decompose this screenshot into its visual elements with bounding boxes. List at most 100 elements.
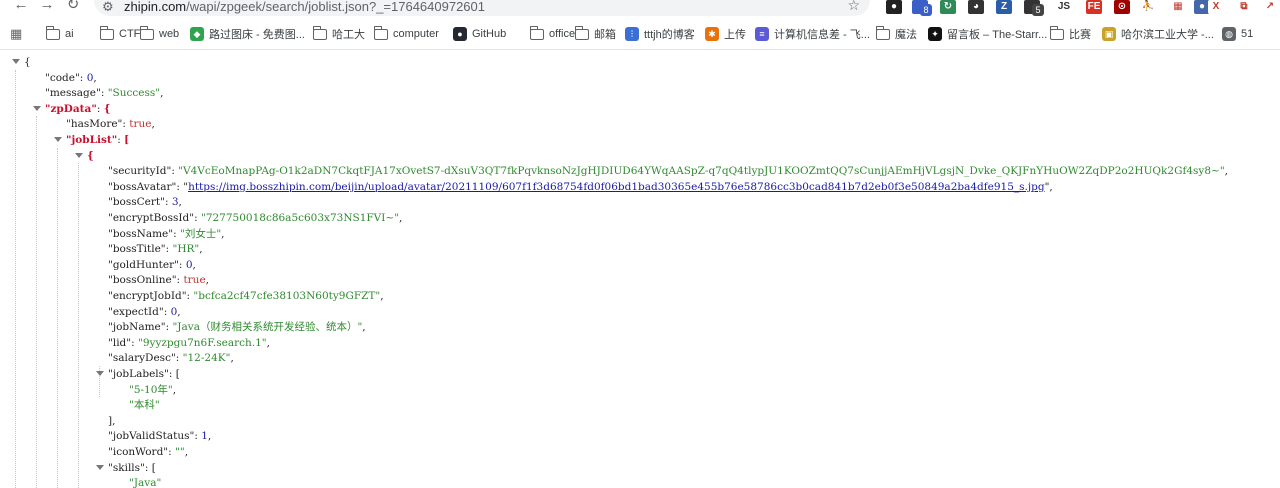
bookmark-item[interactable]: ● GitHub	[453, 18, 506, 50]
json-key: "zpData"	[45, 102, 97, 115]
json-line: "iconWord": "",	[108, 444, 188, 460]
json-line: "encryptJobId": "bcfca2cf47cfe38103N60ty…	[108, 288, 384, 304]
expand-arrow-icon[interactable]	[32, 104, 41, 113]
json-collapsible-line: {	[75, 148, 94, 164]
json-line: ],	[108, 413, 115, 429]
expand-arrow-icon[interactable]	[74, 151, 83, 160]
json-key: "skills"	[108, 461, 145, 474]
expand-arrow-icon[interactable]	[53, 135, 62, 144]
address-bar[interactable]: ⚙ zhipin.com/wapi/zpgeek/search/joblist.…	[94, 0, 870, 16]
bookmark-label: 比赛	[1069, 29, 1091, 41]
json-punctuation: :	[175, 352, 183, 365]
json-url-link[interactable]: https://img.bosszhipin.com/beijin/upload…	[188, 181, 1045, 193]
json-value: "12-24K"	[182, 352, 231, 365]
bookmarks-bar: ▦ ai CTF web ◆ 路过图床 - 免费图... 哈工大 computer ● GitH…	[0, 18, 1280, 50]
bookmark-item[interactable]: 比赛	[1049, 18, 1091, 50]
bookmark-item[interactable]: ≡ 计算机信息差 - 飞...	[755, 18, 870, 50]
extension-panda-icon[interactable]: ◕	[968, 0, 984, 14]
extension-js-icon[interactable]: JS	[1056, 0, 1072, 14]
folder-icon	[574, 25, 589, 40]
json-punctuation: :	[96, 102, 104, 115]
json-punctuation: ,	[1224, 165, 1228, 178]
bookmark-item[interactable]: computer	[373, 18, 439, 50]
extension-fe-icon[interactable]: FE	[1086, 0, 1102, 14]
bookmark-item[interactable]: web	[139, 18, 179, 50]
json-punctuation: ,	[172, 383, 177, 396]
bookmark-item[interactable]: ✦ 留言板 – The-Starr...	[928, 18, 1047, 50]
extension-grid-icon[interactable]: ▦	[1170, 0, 1186, 14]
json-line: "本科"	[129, 397, 160, 413]
json-punctuation: :	[163, 305, 171, 318]
folder-icon	[1049, 25, 1064, 40]
folder-icon	[529, 25, 544, 40]
forward-arrow-icon[interactable]: →	[36, 0, 58, 16]
json-value: 0	[185, 258, 193, 271]
bookmark-label: 路过图床 - 免费图...	[209, 29, 305, 41]
github-icon-icon: ●	[453, 27, 467, 41]
json-key: "jobList"	[66, 134, 118, 146]
json-value: 1	[201, 430, 208, 443]
folder-icon	[99, 25, 114, 40]
json-value: true	[183, 274, 206, 287]
expand-arrow-icon[interactable]	[11, 57, 20, 66]
bookmark-item[interactable]: 魔法	[875, 18, 917, 50]
bookmark-label: computer	[393, 28, 439, 40]
json-key: "jobName"	[108, 321, 166, 334]
bookmark-label: tttjh的博客	[644, 29, 695, 41]
reload-icon[interactable]: ↻	[62, 0, 84, 16]
bookmark-item[interactable]: 哈工大	[312, 18, 365, 50]
json-key: "expectId"	[108, 305, 164, 318]
extension-blue-z-icon[interactable]: Z	[996, 0, 1012, 14]
extension-puzzle-icon[interactable]: ⧉	[1236, 0, 1252, 14]
json-line: "securityId": "V4VcEoMnapPAg-O1k2aDN7Ckq…	[108, 163, 1228, 179]
bookmark-item[interactable]: office	[529, 18, 575, 50]
favicon-yellow-icon: ▣	[1102, 27, 1116, 41]
bookmark-item[interactable]: 邮箱	[574, 18, 616, 50]
json-key: "iconWord"	[108, 446, 169, 458]
extension-runner-icon[interactable]: ⛹	[1140, 0, 1156, 14]
json-punctuation: :	[165, 243, 173, 256]
expand-arrow-icon[interactable]	[95, 369, 104, 378]
folder-icon	[875, 25, 890, 40]
site-info-icon[interactable]: ⚙	[102, 0, 114, 15]
extension-arrow-icon[interactable]: ↗	[1262, 0, 1278, 14]
bookmark-item[interactable]: ai	[45, 18, 74, 50]
json-punctuation: : [	[144, 461, 156, 474]
json-punctuation: ,	[151, 118, 155, 131]
json-punctuation: ,	[205, 274, 209, 287]
apps-grid-icon[interactable]: ▦	[10, 18, 22, 50]
bookmark-item[interactable]: ◍ 51	[1222, 18, 1253, 50]
extension-red-square-icon[interactable]: ⊙	[1114, 0, 1130, 14]
json-punctuation: {	[87, 149, 94, 162]
json-line: "hasMore": true,	[66, 116, 155, 132]
json-viewer: {"code": 0, "message": "Success", "zpData"…	[0, 52, 1280, 488]
bookmark-item[interactable]: ✱ 上传	[705, 18, 746, 50]
bookmark-item[interactable]: CTF	[99, 18, 140, 50]
json-key: "bossOnline"	[108, 274, 177, 287]
json-punctuation: ,	[362, 321, 366, 334]
folder-icon	[312, 25, 327, 40]
json-punctuation: :	[131, 336, 138, 349]
back-arrow-icon[interactable]: ←	[10, 0, 32, 16]
json-key: "jobValidStatus"	[108, 430, 195, 443]
url-text[interactable]: zhipin.com/wapi/zpgeek/search/joblist.js…	[124, 0, 485, 14]
json-punctuation: ,	[93, 71, 97, 84]
extension-green-icon[interactable]: ↻	[940, 0, 956, 14]
json-key: "hasMore"	[66, 118, 123, 131]
json-punctuation: ,	[177, 305, 181, 318]
json-punctuation: :	[178, 258, 186, 271]
expand-arrow-icon[interactable]	[95, 463, 104, 472]
extension-red-x-icon[interactable]: X	[1208, 0, 1224, 14]
bookmark-label: 哈工大	[332, 29, 365, 41]
extension-dark-circle-icon[interactable]: ●	[886, 0, 902, 14]
bookmark-label: 魔法	[895, 29, 917, 41]
json-key: "securityId"	[108, 165, 172, 178]
json-value: "Java（财务相关系统开发经验、统本）"	[172, 321, 363, 334]
browser-toolbar: ← → ↻ ⚙ zhipin.com/wapi/zpgeek/search/jo…	[0, 0, 1280, 18]
bookmark-star-icon[interactable]: ☆	[847, 0, 860, 14]
json-value: ""	[175, 446, 185, 458]
bookmark-item[interactable]: ▣ 哈尔滨工业大学 -...	[1102, 18, 1214, 50]
bookmark-item[interactable]: ◆ 路过图床 - 免费图...	[190, 18, 305, 50]
bookmark-item[interactable]: ⫶ tttjh的博客	[625, 18, 695, 50]
json-value: 3	[171, 196, 179, 209]
